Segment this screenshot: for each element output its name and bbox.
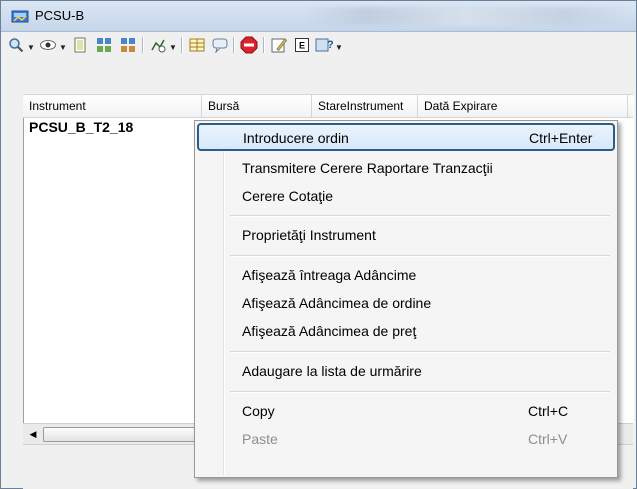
menu-item-label: Proprietăţi Instrument — [242, 227, 376, 243]
toolbar-separator — [142, 37, 144, 53]
menu-item-shortcut: Ctrl+V — [528, 431, 568, 447]
edit-icon[interactable] — [270, 36, 288, 54]
menu-item-label: Afişează Adâncimea de ordine — [242, 295, 432, 311]
menu-item-cerere-cotatie[interactable]: Cerere Cotaţie — [198, 183, 614, 209]
menu-item-label: Adaugare la lista de urmărire — [242, 363, 422, 379]
title-bar-obscured-area — [301, 7, 631, 25]
column-header-data-expirare[interactable]: Dată Expirare — [418, 95, 628, 117]
menu-item-shortcut: Ctrl+Enter — [529, 130, 593, 146]
menu-item-copy[interactable]: Copy Ctrl+C — [198, 398, 614, 424]
menu-separator — [230, 391, 610, 393]
svg-text:?: ? — [327, 39, 333, 51]
menu-separator — [230, 255, 610, 257]
toolbar-separator — [233, 37, 235, 53]
menu-item-label: Transmitere Cerere Raportare Tranzacţii — [242, 160, 493, 176]
menu-separator — [230, 351, 610, 353]
svg-text:E: E — [299, 41, 305, 51]
context-menu: Introducere ordin Ctrl+Enter Transmitere… — [194, 120, 618, 478]
scrollbar-thumb[interactable] — [43, 427, 195, 442]
chevron-down-icon[interactable]: ▼ — [59, 43, 67, 52]
menu-item-shortcut: Ctrl+C — [528, 403, 569, 419]
menu-item-transmitere-cerere[interactable]: Transmitere Cerere Raportare Tranzacţii — [198, 155, 614, 181]
search-icon[interactable] — [7, 36, 25, 54]
toolbar-separator — [263, 37, 265, 53]
grid-icon[interactable] — [95, 36, 113, 54]
menu-item-afiseaza-adancimea-pret[interactable]: Afişează Adâncimea de preţ — [198, 318, 614, 344]
help-icon[interactable]: ? — [315, 36, 333, 54]
toolbar-separator — [181, 37, 183, 53]
window-title: PCSU-B — [35, 8, 85, 23]
table-icon[interactable] — [188, 36, 206, 54]
scroll-left-icon[interactable]: ◀ — [25, 426, 41, 442]
grid-header: Instrument Bursă StareInstrument Dată Ex… — [23, 94, 633, 118]
menu-item-label: Afişează întreaga Adâncime — [242, 267, 417, 283]
app-icon — [11, 8, 29, 24]
column-header-instrument[interactable]: Instrument — [23, 95, 202, 117]
title-bar[interactable]: PCSU-B — [1, 1, 636, 32]
stop-icon[interactable] — [240, 36, 258, 54]
chevron-down-icon[interactable]: ▼ — [335, 43, 343, 52]
menu-item-label: Paste — [242, 431, 278, 447]
chevron-down-icon[interactable]: ▼ — [27, 43, 35, 52]
chat-icon[interactable] — [211, 36, 229, 54]
chart-icon[interactable] — [149, 36, 167, 54]
column-header-stare-instrument[interactable]: StareInstrument — [312, 95, 418, 117]
menu-separator — [230, 215, 610, 217]
instrument-cell: PCSU_B_T2_18 — [29, 119, 134, 135]
document-icon[interactable] — [71, 36, 89, 54]
menu-item-proprietati-instrument[interactable]: Proprietăţi Instrument — [198, 222, 614, 248]
eye-icon[interactable] — [39, 36, 57, 54]
menu-item-afiseaza-adancimea-ordine[interactable]: Afişează Adâncimea de ordine — [198, 290, 614, 316]
e-box-icon[interactable]: E — [293, 36, 311, 54]
grid-add-icon[interactable] — [119, 36, 137, 54]
menu-item-label: Afişează Adâncimea de preţ — [242, 323, 417, 339]
menu-item-label: Cerere Cotaţie — [242, 188, 334, 204]
chevron-down-icon[interactable]: ▼ — [169, 43, 177, 52]
menu-item-afiseaza-intreaga-adancime[interactable]: Afişează întreaga Adâncime — [198, 262, 614, 288]
column-header-bursa[interactable]: Bursă — [202, 95, 312, 117]
menu-item-adaugare-lista-urmarire[interactable]: Adaugare la lista de urmărire — [198, 358, 614, 384]
menu-item-label: Introducere ordin — [243, 130, 349, 146]
menu-item-label: Copy — [242, 403, 275, 419]
toolbar: ▼ ▼ ▼ E ? ▼ — [5, 32, 634, 60]
menu-item-introducere-ordin[interactable]: Introducere ordin Ctrl+Enter — [197, 123, 615, 151]
menu-item-paste[interactable]: Paste Ctrl+V — [198, 426, 614, 452]
